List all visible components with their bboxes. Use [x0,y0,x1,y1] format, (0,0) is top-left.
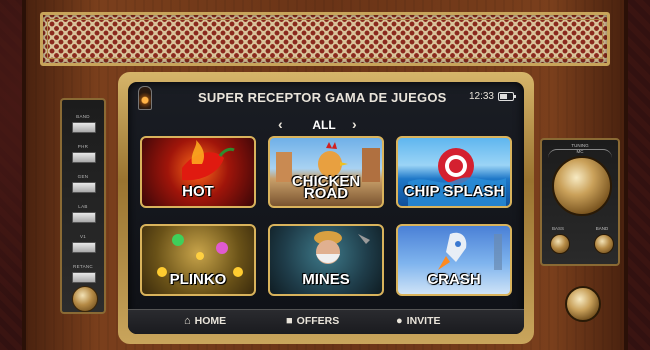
switch-v1[interactable] [72,242,96,253]
battery-icon [498,92,516,101]
game-tile-hot[interactable]: HOT [140,136,256,208]
switch-gen[interactable] [72,182,96,193]
band-knob[interactable] [594,234,614,254]
chevron-right-icon[interactable]: › [352,116,357,132]
grille-frame [47,19,603,59]
volume-knob[interactable] [565,286,601,322]
chevron-left-icon[interactable]: ‹ [278,116,283,132]
user-plus-icon: ● [396,315,403,327]
left-knob[interactable] [72,286,98,312]
right-control-panel: TUNING MC BASS BAND [540,138,620,266]
game-grid: HOT CHICKEN ROAD CHIP SPLASH PLINKO MINE… [140,136,512,312]
screen: SUPER RECEPTOR GAMA DE JUEGOS 12:33 ‹ AL… [128,82,524,334]
game-title: PLINKO [169,271,227,288]
category-selector: ‹ ALL › [128,116,524,134]
nav-offers[interactable]: ■ OFFERS [286,315,339,327]
game-title: HOT [182,183,214,200]
panel-label-gen: GEN [77,174,89,179]
panel-label-v1: V1 [79,234,87,239]
panel-label-phr: PHR [77,144,89,149]
game-tile-mines[interactable]: MINES [268,224,384,296]
switch-band[interactable] [72,122,96,133]
bass-label: BASS [551,226,564,231]
screen-bezel: SUPER RECEPTOR GAMA DE JUEGOS 12:33 ‹ AL… [118,72,534,344]
nav-offers-label: OFFERS [296,315,340,327]
game-tile-chip-splash[interactable]: CHIP SPLASH [396,136,512,208]
panel-label-retanc: RETANC [73,264,93,269]
tuning-dial[interactable] [552,156,612,216]
bass-knob[interactable] [550,234,570,254]
battery-level [500,94,507,99]
game-title: CHICKEN ROAD [291,173,361,202]
switch-retanc[interactable] [72,272,96,283]
title-bar: SUPER RECEPTOR GAMA DE JUEGOS 12:33 [128,82,524,110]
panel-label-lab: LAB [78,204,88,209]
vacuum-tube-icon [138,86,152,110]
left-control-panel: BAND PHR GEN LAB V1 RETANC [60,98,106,314]
bottom-nav: ⌂ HOME ■ OFFERS ● INVITE [128,309,524,334]
game-tile-crash[interactable]: CRASH [396,224,512,296]
game-tile-plinko[interactable]: PLINKO [140,224,256,296]
nav-home[interactable]: ⌂ HOME [184,315,226,327]
clock: 12:33 [468,91,494,102]
band-label: BAND [595,226,609,231]
nav-invite[interactable]: ● INVITE [396,315,441,327]
panel-label-band: BAND [76,114,90,119]
nav-invite-label: INVITE [406,315,441,327]
switch-phr[interactable] [72,152,96,163]
game-title: CHIP SPLASH [403,183,505,200]
nav-home-label: HOME [194,315,227,327]
game-title: CRASH [427,271,481,288]
gift-icon: ■ [286,315,293,327]
switch-lab[interactable] [72,212,96,223]
speaker-grille [40,12,610,66]
category-label: ALL [312,118,336,132]
page-title: SUPER RECEPTOR GAMA DE JUEGOS [198,90,447,105]
tuning-label: TUNING [571,143,589,148]
home-icon: ⌂ [184,315,191,327]
game-tile-chicken-road[interactable]: CHICKEN ROAD [268,136,384,208]
game-title: MINES [302,271,350,288]
